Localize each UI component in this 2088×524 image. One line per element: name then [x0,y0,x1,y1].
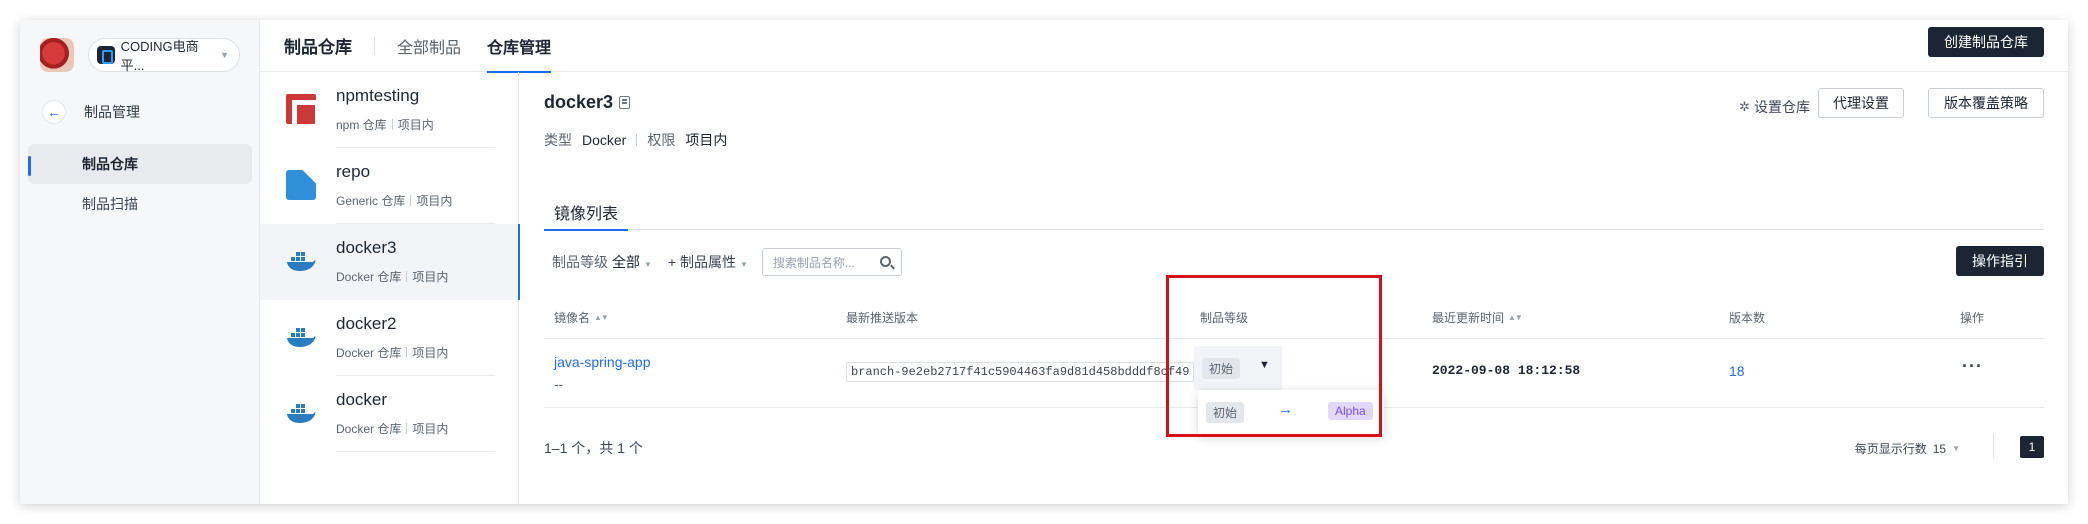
sidebar-item-label: 制品扫描 [82,196,138,212]
active-indicator [28,156,31,176]
chevron-down-icon: ▼ [644,260,652,269]
page-title: 制品仓库 [284,38,352,57]
repo-item-repo[interactable]: repo Generic 仓库 项目内 [260,148,519,224]
sidebar-item-label: 制品仓库 [82,156,138,172]
repo-title: docker3 [544,92,631,113]
version-override-policy-button[interactable]: 版本覆盖策略 [1928,88,2044,118]
repo-name: npmtesting [336,86,420,105]
tab-all-artifacts[interactable]: 全部制品 [397,20,461,72]
sort-icon: ▲▼ [594,312,609,322]
latest-version-tag[interactable]: branch-9e2eb2717f41c5904463fa9d81d458bdd… [846,362,1195,382]
repo-item-docker2[interactable]: docker2 Docker 仓库 项目内 [260,300,519,376]
tab-image-list[interactable]: 镜像列表 [543,200,629,231]
updated-time: 2022-09-08 18:12:58 [1432,363,1581,378]
npm-icon [286,94,320,129]
search-icon[interactable] [879,256,891,267]
page-size-select[interactable]: 每页显示行数 15 ▼ [1855,440,1960,457]
back-label: 制品管理 [84,104,140,120]
permission-label: 权限 [647,132,676,148]
repo-name: docker3 [336,238,397,257]
type-value: Docker [582,132,627,148]
repo-item-docker[interactable]: docker Docker 仓库 项目内 [260,376,519,452]
column-header-actions: 操作 [1960,310,1985,325]
project-selector[interactable]: CODING电商平... ▼ [88,38,240,73]
repo-item-npmtesting[interactable]: npmtesting npm 仓库 项目内 [260,72,519,148]
docker-icon [287,328,316,347]
proxy-settings-button[interactable]: 代理设置 [1818,88,1904,118]
repo-meta: npm 仓库 项目内 [336,118,434,132]
settings-label: 设置仓库 [1754,99,1810,115]
chevron-down-icon: ▼ [220,50,229,60]
tab-repo-management[interactable]: 仓库管理 [487,20,552,73]
pagination-summary: 1–1 个，共 1 个 [544,440,643,456]
divider [374,36,375,55]
sort-icon: ▲▼ [1508,312,1523,322]
repo-meta: Docker 仓库 项目内 [336,422,449,436]
attribute-filter[interactable]: + 制品属性 ▼ [668,252,748,272]
column-header-latest-version: 最新推送版本 [846,310,919,325]
sidebar-item-artifact-repo[interactable]: 制品仓库 [28,144,252,184]
sub-tabs: 镜像列表 [543,200,2044,231]
annotation-highlight-box [1166,275,1382,437]
gear-icon: ✲ [1739,99,1750,114]
back-arrow-icon[interactable]: ← [42,100,66,124]
project-logo-icon [97,46,115,64]
sidebar-item-artifact-scan[interactable]: 制品扫描 [28,184,252,224]
docker-icon [287,252,316,271]
docker-icon [287,404,316,423]
sidebar: CODING电商平... ▼ ← 制品管理 制品仓库 制品扫描 [20,20,260,504]
column-header-image-name[interactable]: 镜像名 ▲▼ [554,296,609,338]
copy-icon[interactable] [619,96,631,109]
permission-value: 项目内 [685,132,728,148]
repo-meta: Generic 仓库 项目内 [336,194,453,208]
image-description: -- [554,376,564,392]
repo-name: repo [336,162,371,181]
repo-properties: 类型 Docker 权限 项目内 [544,130,727,150]
repo-meta: Docker 仓库 项目内 [336,270,449,284]
top-header: 制品仓库 全部制品 仓库管理 创建制品仓库 [260,20,2068,73]
repo-settings-link[interactable]: ✲ 设置仓库 [1739,92,1810,122]
level-filter[interactable]: 制品等级 全部 ▼ [552,252,652,272]
repo-name: docker [336,390,388,409]
team-avatar[interactable] [40,38,74,72]
create-repo-button[interactable]: 创建制品仓库 [1928,27,2044,57]
filter-bar: 制品等级 全部 ▼ + 制品属性 ▼ 搜索制品名称... [552,248,902,276]
page-button-1[interactable]: 1 [2020,436,2044,458]
operation-guide-button[interactable]: 操作指引 [1956,246,2044,276]
app-window: CODING电商平... ▼ ← 制品管理 制品仓库 制品扫描 制品仓库 全部制… [20,20,2068,504]
column-header-versions: 版本数 [1729,310,1766,325]
generic-icon [286,170,316,200]
repo-name: docker2 [336,314,397,333]
back-nav[interactable]: ← 制品管理 [42,100,140,124]
column-header-updated[interactable]: 最近更新时间 ▲▼ [1432,296,1523,338]
repo-title-text: docker3 [544,92,614,112]
image-name-link[interactable]: java-spring-app [554,354,651,370]
repo-list: npmtesting npm 仓库 项目内 repo Generic 仓库 项目内 … [260,72,520,504]
project-name: CODING电商平... [120,39,199,73]
page-size-label: 每页显示行数 [1854,442,1927,456]
chevron-down-icon: ▼ [740,260,748,269]
divider [1993,434,1994,458]
type-label: 类型 [544,132,572,148]
repo-item-docker3[interactable]: docker3 Docker 仓库 项目内 [260,224,520,300]
chevron-down-icon: ▼ [1952,444,1960,453]
search-input[interactable]: 搜索制品名称... [761,248,902,276]
more-actions-icon[interactable]: ··· [1962,356,1983,377]
page-size-value: 15 [1932,441,1947,456]
version-count-link[interactable]: 18 [1729,363,1745,379]
search-placeholder: 搜索制品名称... [772,255,855,270]
repo-meta: Docker 仓库 项目内 [336,346,449,360]
